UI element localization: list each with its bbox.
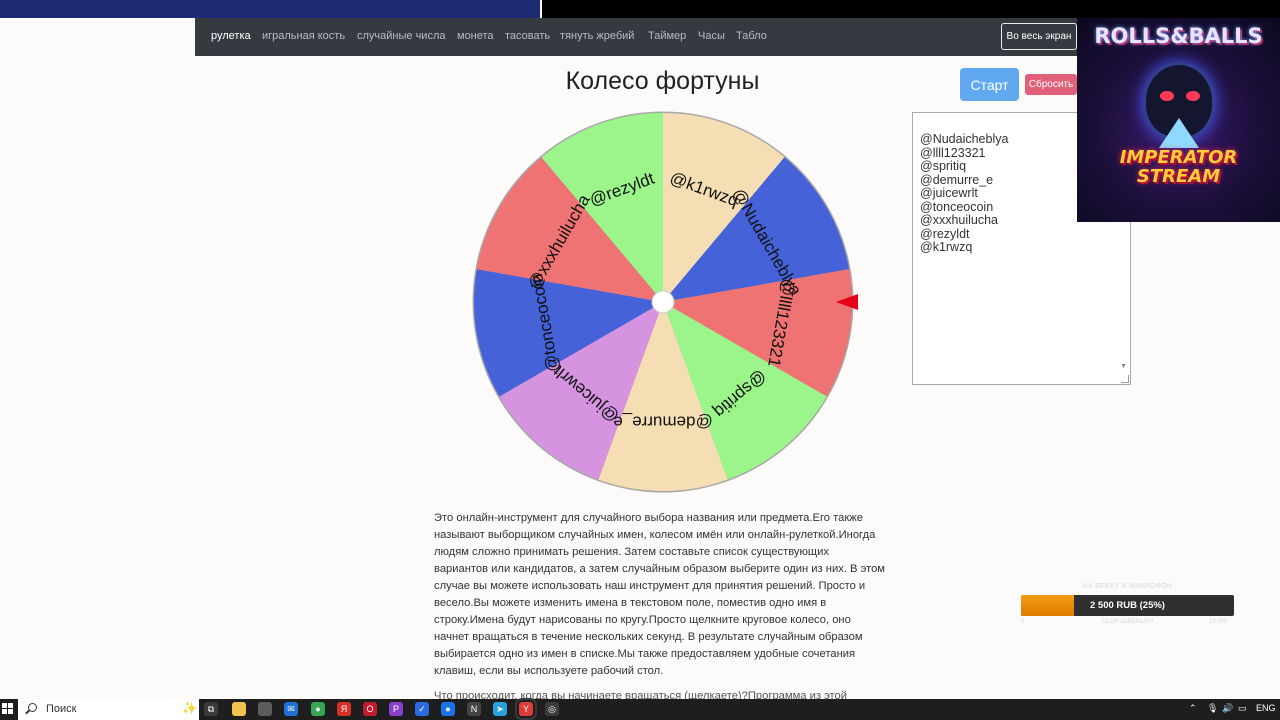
- name-line: @k1rwzq: [920, 240, 973, 254]
- name-line: @tonceocoin: [920, 199, 994, 214]
- donation-amount: 2 500 RUB (25%): [1090, 600, 1165, 611]
- overlay-logo-top: ROLLS&BALLS: [1094, 24, 1263, 48]
- file-explorer-icon[interactable]: [232, 702, 246, 716]
- overlay-logo-bottom: IMPERATOR STREAM: [1077, 148, 1280, 186]
- donation-goal-title: НА ВЕБКУ И МИКРОФОН: [1082, 583, 1173, 590]
- navbar: рулетка игральная кость случайные числа …: [195, 18, 1085, 56]
- triangle-emblem-icon: [1159, 118, 1199, 148]
- yandex-icon[interactable]: Я: [337, 702, 351, 716]
- task-view-icon[interactable]: ⧉: [204, 702, 218, 716]
- photo-icon[interactable]: P: [389, 702, 403, 716]
- taskbar-search-placeholder: Поиск: [46, 703, 77, 715]
- nav-item-clock[interactable]: Часы: [698, 30, 725, 42]
- video-frame-strip-dark: [542, 0, 1280, 18]
- name-line: @Nudaicheblya: [920, 132, 1009, 146]
- obs-icon[interactable]: ◎: [545, 702, 559, 716]
- chrome-icon[interactable]: ●: [311, 702, 325, 716]
- network-icon[interactable]: ▭: [1238, 703, 1247, 714]
- opera-icon[interactable]: O: [363, 702, 377, 716]
- search-icon: [28, 703, 37, 712]
- store-icon[interactable]: [258, 702, 272, 716]
- fortune-wheel[interactable]: @k1rwzq@Nudaicheblya@llll123321@spritiq@…: [462, 103, 864, 505]
- name-line: @demurre_e: [920, 172, 994, 187]
- chrome-dev-icon[interactable]: ●: [441, 702, 455, 716]
- mail-icon[interactable]: ✉: [284, 702, 298, 716]
- nav-item-dice[interactable]: игральная кость: [262, 30, 345, 42]
- nav-item-roulette[interactable]: рулетка: [211, 30, 251, 42]
- names-list: @Nudaicheblya @llll123321 @spritiq @demurre…: [920, 132, 1009, 255]
- volume-icon[interactable]: 🔊: [1222, 703, 1233, 714]
- taskbar-search-box[interactable]: Поиск ✨: [18, 699, 199, 720]
- name-line: @llll123321: [920, 145, 986, 160]
- name-line: @juicewrlt: [920, 186, 978, 200]
- nav-item-random-numbers[interactable]: случайные числа: [357, 30, 445, 42]
- nav-item-scoreboard[interactable]: Табло: [736, 30, 767, 42]
- name-line: @spritiq: [920, 159, 967, 173]
- stream-logo-overlay: ROLLS&BALLS IMPERATOR STREAM: [1077, 18, 1280, 222]
- nav-item-draw-lots[interactable]: тянуть жребий: [560, 30, 634, 42]
- nav-item-coin[interactable]: монета: [457, 30, 494, 42]
- nav-item-shuffle[interactable]: тасовать: [505, 30, 550, 42]
- donation-progress-bar: 2 500 RUB (25%): [1021, 595, 1234, 616]
- windows-start-icon[interactable]: [2, 703, 14, 715]
- overlay-logo-line2: STREAM: [1136, 166, 1221, 187]
- wheel-center-hub: [651, 290, 675, 314]
- microphone-icon[interactable]: 🎙: [1207, 703, 1218, 714]
- windows-taskbar: Поиск ✨ ⧉ ✉ ● Я O P ✓ ● N ➤ Y ◎ ⌃ 🎙 🔊 ▭ ENG: [0, 698, 1280, 720]
- start-button[interactable]: Старт: [960, 68, 1019, 101]
- language-indicator[interactable]: ENG: [1256, 703, 1276, 713]
- telegram-icon[interactable]: ➤: [493, 702, 507, 716]
- sparkle-icon: ✨: [182, 701, 197, 715]
- notepad-icon[interactable]: N: [467, 702, 481, 716]
- page-title: Колесо фортуны: [565, 67, 760, 95]
- overlay-logo-line1: IMPERATOR: [1119, 147, 1238, 168]
- tray-chevron-up-icon[interactable]: ⌃: [1189, 703, 1197, 714]
- fullscreen-button[interactable]: Во весь экран: [1001, 23, 1077, 50]
- scroll-down-icon[interactable]: ▼: [1120, 363, 1127, 370]
- nav-item-timer[interactable]: Таймер: [648, 30, 686, 42]
- description-paragraph: Это онлайн-инструмент для случайного выб…: [434, 512, 885, 677]
- donation-status-label: СБОР ЗАВЕРШЕН: [1101, 619, 1154, 625]
- name-line: @xxxhuilucha: [920, 213, 999, 227]
- donation-max-label: 10 000: [1209, 619, 1228, 625]
- reset-button[interactable]: Сбросить: [1025, 74, 1077, 95]
- name-line: @rezyldt: [920, 226, 970, 241]
- resize-grip-icon[interactable]: [1121, 375, 1129, 383]
- video-frame-strip: [0, 0, 540, 18]
- checkmark-app-icon[interactable]: ✓: [415, 702, 429, 716]
- yandex-browser-icon[interactable]: Y: [515, 698, 537, 720]
- wheel-segment-label: @demurre_e: [613, 413, 712, 432]
